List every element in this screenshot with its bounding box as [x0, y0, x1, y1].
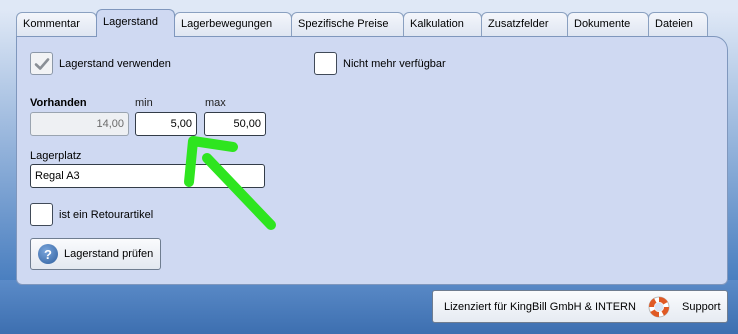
tab-kalkulation[interactable]: Kalkulation [403, 12, 482, 36]
lagerstand-panel: Lagerstand verwenden Nicht mehr verfügba… [16, 36, 728, 285]
tab-kommentar[interactable]: Kommentar [16, 12, 97, 36]
tab-zusatzfelder[interactable]: Zusatzfelder [481, 12, 568, 36]
tab-spezifische-preise[interactable]: Spezifische Preise [291, 12, 404, 36]
tab-strip: Kommentar Lagerstand Lagerbewegungen Spe… [16, 9, 728, 37]
license-status-box: Lizenziert für KingBill GmbH & INTERN Su… [432, 290, 728, 323]
support-button[interactable]: Support [643, 293, 727, 321]
tab-dokumente[interactable]: Dokumente [567, 12, 649, 36]
lifebuoy-icon [648, 296, 670, 318]
license-text: Lizenziert für KingBill GmbH & INTERN [444, 301, 636, 313]
tab-lagerstand[interactable]: Lagerstand [96, 9, 175, 37]
tab-lagerbewegungen[interactable]: Lagerbewegungen [174, 12, 292, 36]
tab-dateien[interactable]: Dateien [648, 12, 708, 36]
annotation-arrow-icon [184, 136, 276, 230]
support-label: Support [682, 301, 721, 313]
